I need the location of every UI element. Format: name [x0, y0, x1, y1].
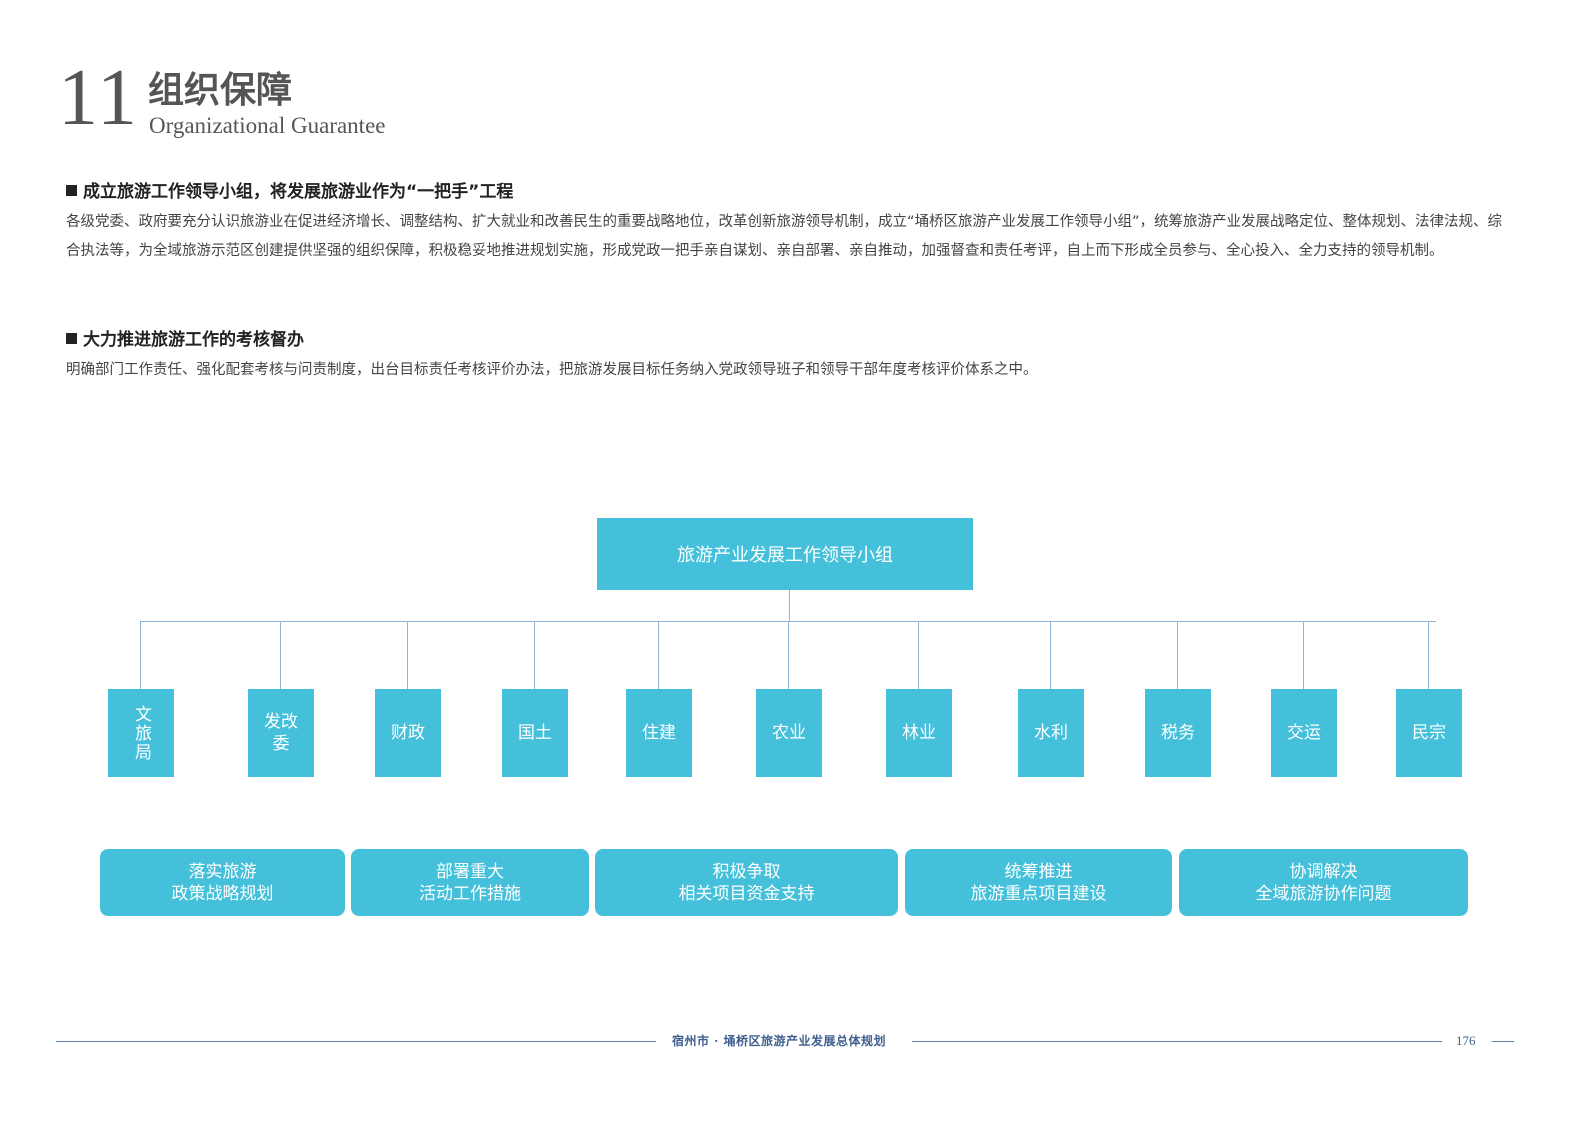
org-chart-function-node: 积极争取 相关项目资金支持 — [595, 849, 898, 916]
org-chart-top-node: 旅游产业发展工作领导小组 — [597, 518, 973, 590]
bullet-square-icon — [66, 185, 77, 196]
connector-dept — [1177, 621, 1178, 689]
department-label: 水利 — [1034, 723, 1068, 743]
department-label: 林业 — [902, 723, 936, 743]
connector-trunk — [789, 590, 790, 622]
footer-rule-right — [1492, 1041, 1514, 1042]
footer-title: 宿州市 · 埇桥区旅游产业发展总体规划 — [672, 1034, 887, 1048]
connector-dept — [407, 621, 408, 689]
department-label: 交运 — [1287, 723, 1321, 743]
department-label: 农业 — [772, 723, 806, 743]
chapter-subtitle-en: Organizational Guarantee — [149, 113, 386, 138]
connector-dept — [140, 621, 141, 689]
bullet-square-icon — [66, 333, 77, 344]
org-chart-function-node: 落实旅游 政策战略规划 — [100, 849, 345, 916]
section-heading-text: 成立旅游工作领导小组，将发展旅游业作为“一把手”工程 — [83, 182, 514, 202]
section-heading-text: 大力推进旅游工作的考核督办 — [83, 330, 304, 350]
chapter-number: 11 — [58, 54, 140, 142]
connector-dept — [788, 621, 789, 689]
footer-rule-left — [56, 1041, 656, 1042]
function-label-line2: 旅游重点项目建设 — [970, 883, 1107, 904]
function-label-line1: 统筹推进 — [1004, 861, 1073, 882]
connector-dept — [280, 621, 281, 689]
org-chart-department-node: 发改委 — [248, 689, 314, 777]
function-label-line2: 相关项目资金支持 — [678, 883, 815, 904]
connector-dept — [1428, 621, 1429, 689]
connector-dept — [918, 621, 919, 689]
org-chart-department-node: 文旅局 — [108, 689, 174, 777]
department-label: 住建 — [642, 723, 676, 743]
org-chart-function-node: 部署重大 活动工作措施 — [351, 849, 589, 916]
org-chart-department-node: 林业 — [886, 689, 952, 777]
function-label-line1: 落实旅游 — [188, 861, 257, 882]
function-label-line1: 部署重大 — [436, 861, 504, 882]
org-chart-department-node: 税务 — [1145, 689, 1211, 777]
function-label-line2: 活动工作措施 — [419, 883, 521, 904]
org-chart-function-node: 协调解决 全域旅游协作问题 — [1179, 849, 1468, 916]
section-body-1: 各级党委、政府要充分认识旅游业在促进经济增长、调整结构、扩大就业和改善民生的重要… — [66, 214, 1503, 259]
section-heading-1: 成立旅游工作领导小组，将发展旅游业作为“一把手”工程 — [66, 181, 513, 203]
department-label: 税务 — [1161, 723, 1195, 743]
function-label-line1: 积极争取 — [712, 861, 781, 882]
section-heading-2: 大力推进旅游工作的考核督办 — [66, 329, 304, 351]
connector-dept — [658, 621, 659, 689]
section-body-2: 明确部门工作责任、强化配套考核与问责制度，出台目标责任考核评价办法，把旅游发展目… — [66, 362, 1038, 378]
org-chart-department-node: 住建 — [626, 689, 692, 777]
org-chart-department-node: 农业 — [756, 689, 822, 777]
department-label: 民宗 — [1412, 723, 1446, 743]
org-chart-department-node: 国土 — [502, 689, 568, 777]
connector-dept — [534, 621, 535, 689]
org-chart-department-node: 民宗 — [1396, 689, 1462, 777]
function-label-line2: 政策战略规划 — [171, 883, 274, 904]
org-chart-department-node: 交运 — [1271, 689, 1337, 777]
page-number: 176 — [1456, 1033, 1476, 1048]
connector-dept — [1050, 621, 1051, 689]
footer-rule-middle — [912, 1041, 1442, 1042]
chapter-title: 组织保障 — [148, 69, 293, 111]
org-chart-function-node: 统筹推进 旅游重点项目建设 — [905, 849, 1172, 916]
connector-dept — [1303, 621, 1304, 689]
department-label: 国土 — [518, 723, 552, 743]
org-chart-department-node: 水利 — [1018, 689, 1084, 777]
department-label: 文旅局 — [131, 704, 151, 762]
function-label-line1: 协调解决 — [1289, 861, 1358, 882]
org-chart-department-node: 财政 — [375, 689, 441, 777]
department-label: 财政 — [391, 723, 425, 743]
function-label-line2: 全域旅游协作问题 — [1255, 883, 1392, 904]
department-label: 发改委 — [264, 712, 298, 754]
